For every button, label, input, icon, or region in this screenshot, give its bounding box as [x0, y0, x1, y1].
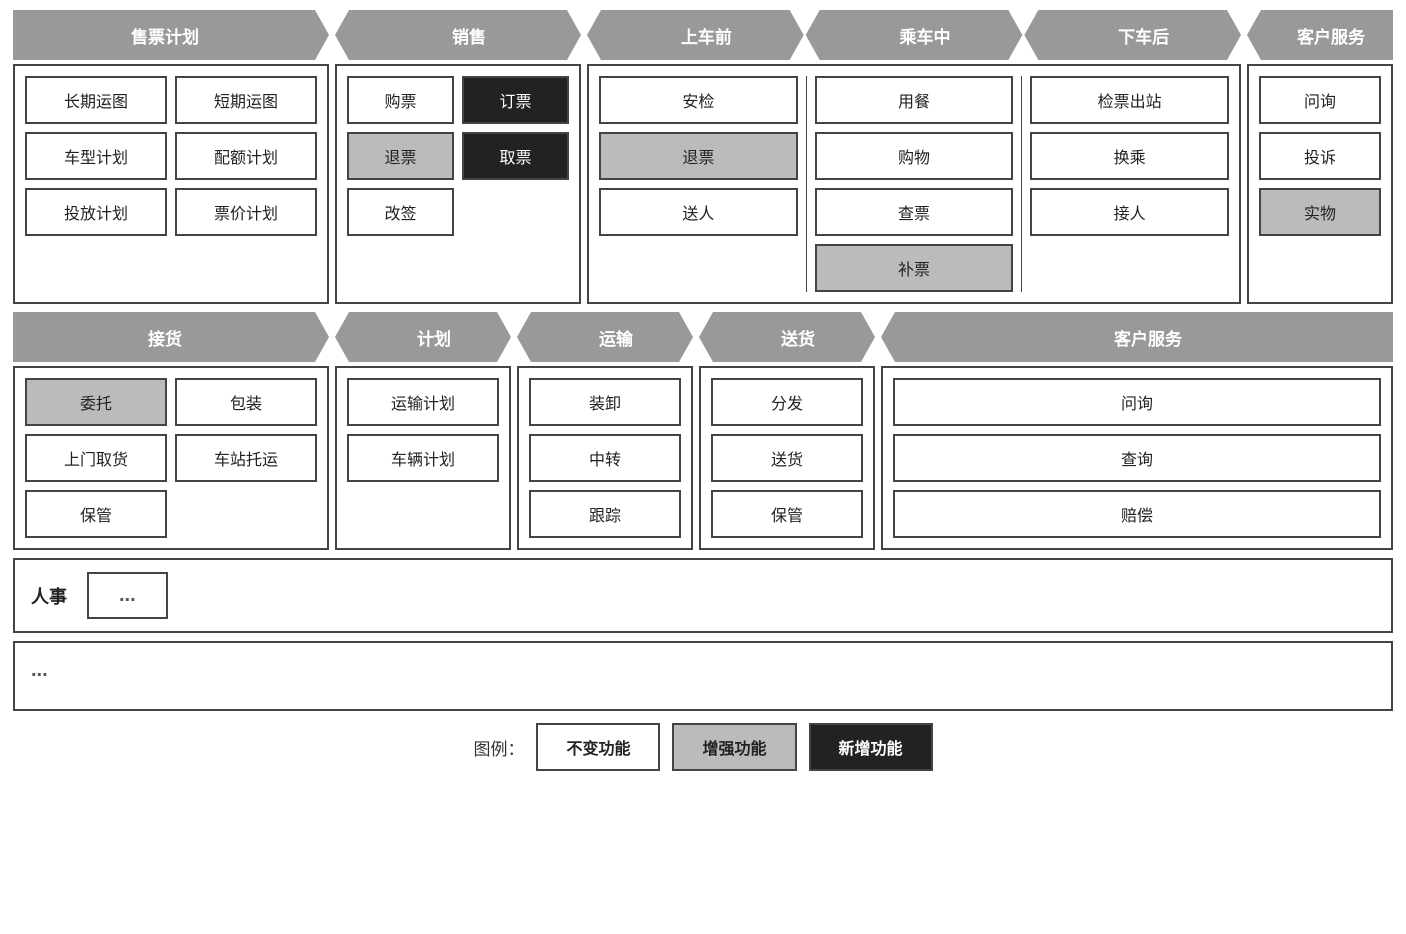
btn-inquiry-top[interactable]: 问询 [1259, 76, 1381, 124]
divider-1 [806, 76, 807, 292]
btn-query[interactable]: 查询 [893, 434, 1381, 482]
after-board-header: 下车后 [1024, 10, 1241, 60]
before-board-header: 上车前 [587, 10, 804, 60]
btn-buy-ticket[interactable]: 购票 [347, 76, 454, 124]
ticket-plan-panel: 长期运图 短期运图 车型计划 配额计划 投放计划 票价计划 [13, 64, 329, 304]
btn-release-plan[interactable]: 投放计划 [25, 188, 167, 236]
after-board-panel: 检票出站 换乘 接人 [1030, 76, 1229, 292]
btn-physical[interactable]: 实物 [1259, 188, 1381, 236]
delivery-header: 送货 [699, 312, 875, 362]
before-board-panel: 安检 退票 送人 [599, 76, 798, 292]
btn-complaint[interactable]: 投诉 [1259, 132, 1381, 180]
boarding-panel: 安检 退票 送人 用餐 购物 查票 补票 检票出站 换乘 接人 [587, 64, 1241, 304]
transport-grid: 装卸 中转 跟踪 [529, 378, 681, 538]
btn-storage-delivery[interactable]: 保管 [711, 490, 863, 538]
btn-transfer-goods[interactable]: 中转 [529, 434, 681, 482]
transport-panel: 装卸 中转 跟踪 [517, 366, 693, 550]
customer-service-top-header: 客户服务 [1247, 10, 1393, 60]
btn-security[interactable]: 安检 [599, 76, 798, 124]
delivery-panel: 分发 送货 保管 [699, 366, 875, 550]
customer-service-top-panel: 问询 投诉 实物 [1247, 64, 1393, 304]
btn-quota-plan[interactable]: 配额计划 [175, 132, 317, 180]
hr-label: 人事 [31, 583, 67, 609]
btn-distribute[interactable]: 分发 [711, 378, 863, 426]
misc-dots: ... [31, 659, 48, 682]
boarding-block: 上车前 乘车中 下车后 安检 退票 送人 [587, 10, 1241, 304]
btn-vehicle-plan[interactable]: 车型计划 [25, 132, 167, 180]
sales-panel: 购票 订票 退票 取票 改签 [335, 64, 581, 304]
btn-station-freight[interactable]: 车站托运 [175, 434, 317, 482]
btn-exit-check[interactable]: 检票出站 [1030, 76, 1229, 124]
btn-transport-plan[interactable]: 运输计划 [347, 378, 499, 426]
customer-service-bottom-panel: 问询 查询 赔偿 [881, 366, 1393, 550]
btn-meal[interactable]: 用餐 [815, 76, 1014, 124]
btn-storage-receive[interactable]: 保管 [25, 490, 167, 538]
btn-entrust[interactable]: 委托 [25, 378, 167, 426]
btn-vehicle-plan-2[interactable]: 车辆计划 [347, 434, 499, 482]
btn-refund-ticket[interactable]: 退票 [347, 132, 454, 180]
sales-grid: 购票 订票 退票 取票 改签 [347, 76, 569, 236]
btn-shopping[interactable]: 购物 [815, 132, 1014, 180]
legend-btn-unchanged[interactable]: 不变功能 [536, 723, 660, 771]
sales-header: 销售 [335, 10, 581, 60]
receive-goods-block: 接货 委托 包装 上门取货 车站托运 保管 [13, 312, 329, 550]
btn-book-ticket[interactable]: 订票 [462, 76, 569, 124]
legend-btn-enhanced[interactable]: 增强功能 [672, 723, 796, 771]
misc-section: ... [13, 641, 1393, 711]
ticket-plan-header: 售票计划 [13, 10, 329, 60]
btn-pick-person[interactable]: 接人 [1030, 188, 1229, 236]
plan-panel: 运输计划 车辆计划 [335, 366, 511, 550]
legend-row: 图例： 不变功能 增强功能 新增功能 [13, 723, 1393, 771]
divider-2 [1021, 76, 1022, 292]
boarding-headers-row: 上车前 乘车中 下车后 [587, 10, 1241, 60]
plan-header: 计划 [335, 312, 511, 362]
plan-block: 计划 运输计划 车辆计划 [335, 312, 511, 550]
sales-empty [462, 188, 569, 236]
transport-header: 运输 [517, 312, 693, 362]
sales-block: 销售 购票 订票 退票 取票 改签 [335, 10, 581, 304]
delivery-block: 送货 分发 送货 保管 [699, 312, 875, 550]
btn-supplement-ticket[interactable]: 补票 [815, 244, 1014, 292]
btn-change-ticket[interactable]: 改签 [347, 188, 454, 236]
hr-dots-box: ... [87, 572, 168, 619]
btn-price-plan[interactable]: 票价计划 [175, 188, 317, 236]
receive-goods-panel: 委托 包装 上门取货 车站托运 保管 [13, 366, 329, 550]
legend-btn-new[interactable]: 新增功能 [809, 723, 933, 771]
receive-goods-header: 接货 [13, 312, 329, 362]
customer-service-bottom-header: 客户服务 [881, 312, 1393, 362]
customer-service-top-grid: 问询 投诉 实物 [1259, 76, 1381, 236]
btn-check-ticket[interactable]: 查票 [815, 188, 1014, 236]
top-section: 售票计划 长期运图 短期运图 车型计划 配额计划 投放计划 票价计划 销售 [13, 10, 1393, 304]
receive-goods-grid: 委托 包装 上门取货 车站托运 保管 [25, 378, 317, 538]
plan-grid: 运输计划 车辆计划 [347, 378, 499, 482]
delivery-grid: 分发 送货 保管 [711, 378, 863, 538]
bottom-section: 接货 委托 包装 上门取货 车站托运 保管 计划 运输计划 车辆计划 [13, 312, 1393, 550]
ticket-plan-block: 售票计划 长期运图 短期运图 车型计划 配额计划 投放计划 票价计划 [13, 10, 329, 304]
btn-refund-before[interactable]: 退票 [599, 132, 798, 180]
main-container: 售票计划 长期运图 短期运图 车型计划 配额计划 投放计划 票价计划 销售 [13, 10, 1393, 771]
legend-label: 图例： [473, 735, 524, 760]
hr-section: 人事 ... [13, 558, 1393, 633]
btn-transfer[interactable]: 换乘 [1030, 132, 1229, 180]
customer-service-bottom-grid: 问询 查询 赔偿 [893, 378, 1381, 538]
btn-home-pickup[interactable]: 上门取货 [25, 434, 167, 482]
ticket-plan-grid: 长期运图 短期运图 车型计划 配额计划 投放计划 票价计划 [25, 76, 317, 236]
btn-compensation[interactable]: 赔偿 [893, 490, 1381, 538]
btn-send-person[interactable]: 送人 [599, 188, 798, 236]
btn-inquiry-bottom[interactable]: 问询 [893, 378, 1381, 426]
transport-block: 运输 装卸 中转 跟踪 [517, 312, 693, 550]
btn-deliver[interactable]: 送货 [711, 434, 863, 482]
customer-service-top-block: 客户服务 问询 投诉 实物 [1247, 10, 1393, 304]
btn-long-route[interactable]: 长期运图 [25, 76, 167, 124]
btn-load-unload[interactable]: 装卸 [529, 378, 681, 426]
btn-collect-ticket[interactable]: 取票 [462, 132, 569, 180]
customer-service-bottom-block: 客户服务 问询 查询 赔偿 [881, 312, 1393, 550]
btn-packing[interactable]: 包装 [175, 378, 317, 426]
btn-short-route[interactable]: 短期运图 [175, 76, 317, 124]
on-board-header: 乘车中 [806, 10, 1023, 60]
btn-tracking[interactable]: 跟踪 [529, 490, 681, 538]
on-board-panel: 用餐 购物 查票 补票 [815, 76, 1014, 292]
